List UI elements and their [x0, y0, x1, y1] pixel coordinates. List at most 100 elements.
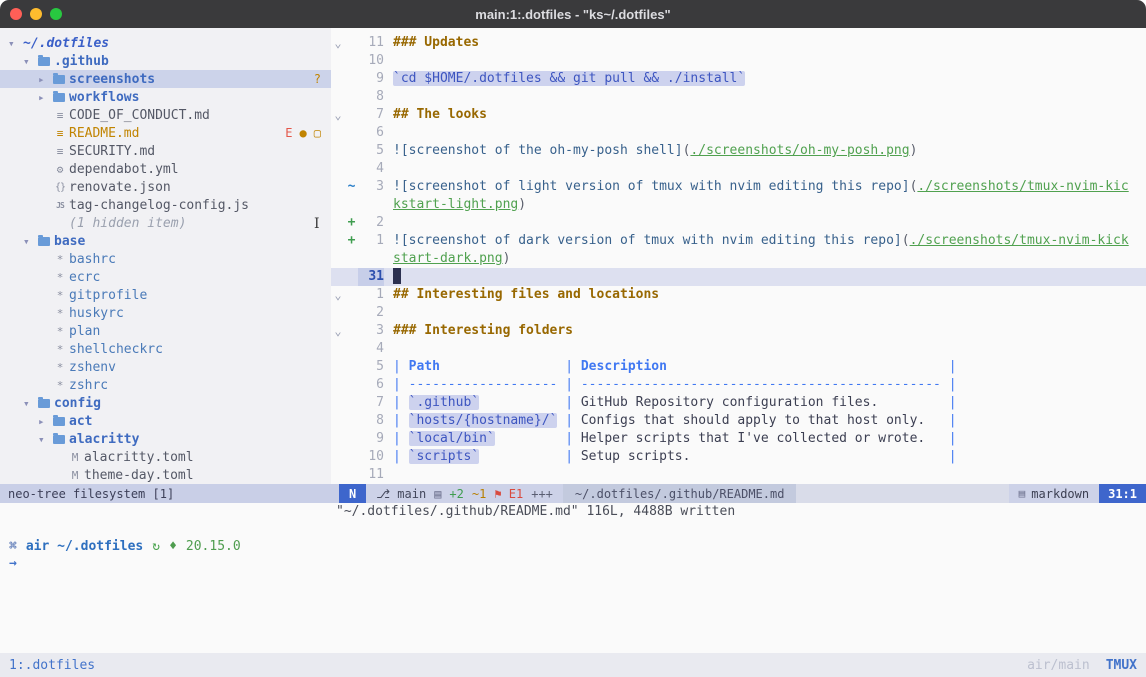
- editor-line[interactable]: ⌄ 7## The looks: [331, 106, 1146, 124]
- tree-item-huskyrc[interactable]: *huskyrc: [0, 304, 331, 322]
- editor-line[interactable]: +2: [331, 214, 1146, 232]
- chevron-right-icon[interactable]: ▸: [38, 91, 53, 104]
- editor-line[interactable]: 4: [331, 160, 1146, 178]
- shell-pane[interactable]: ⌘air ~/.dotfiles↻♦20.15.0 →: [0, 521, 1146, 653]
- editor-text: ### Updates: [393, 34, 479, 52]
- syntax-alt: ![screenshot of light version of tmux wi…: [393, 179, 910, 194]
- doc-file-icon: ≡: [53, 127, 67, 140]
- tree-item-alacritty[interactable]: ▾ alacritty: [0, 430, 331, 448]
- folder-icon: [53, 93, 65, 102]
- editor-line[interactable]: 4: [331, 340, 1146, 358]
- editor-line[interactable]: 9| `local/bin` | Helper scripts that I'v…: [331, 430, 1146, 448]
- editor-line[interactable]: 6| ------------------- | ---------------…: [331, 376, 1146, 394]
- tree-item-label: config: [54, 396, 101, 411]
- tree-item-act[interactable]: ▸act: [0, 412, 331, 430]
- editor-line[interactable]: 5![screenshot of the oh-my-posh shell](.…: [331, 142, 1146, 160]
- syntax-h3: ### Updates: [393, 35, 479, 50]
- window-title: main:1:.dotfiles - "ks~/.dotfiles": [475, 7, 670, 22]
- editor-line[interactable]: 10| `scripts` | Setup scripts. |: [331, 448, 1146, 466]
- tree-item-screenshots[interactable]: ▸screenshots?: [0, 70, 331, 88]
- chevron-down-icon[interactable]: ▾: [23, 55, 38, 68]
- close-button[interactable]: [10, 8, 22, 20]
- folder-icon: [38, 399, 50, 408]
- chevron-down-icon[interactable]: ▾: [23, 397, 38, 410]
- tree-item-ecrc[interactable]: *ecrc: [0, 268, 331, 286]
- minimize-button[interactable]: [30, 8, 42, 20]
- tree-item-config[interactable]: ▾ config: [0, 394, 331, 412]
- tree-item-renovate-json[interactable]: {}renovate.json: [0, 178, 331, 196]
- syntax-link: start-dark.png: [393, 251, 503, 266]
- statusline-item: ~1: [472, 487, 486, 501]
- editor-line[interactable]: 11: [331, 466, 1146, 484]
- fold-chevron-icon[interactable]: ⌄: [331, 106, 345, 124]
- tree-item-alacritty-toml[interactable]: Malacritty.toml: [0, 448, 331, 466]
- tree-item-theme-day-toml[interactable]: Mtheme-day.toml: [0, 466, 331, 484]
- tree-item-shellcheckrc[interactable]: *shellcheckrc: [0, 340, 331, 358]
- fold-chevron-icon[interactable]: ⌄: [331, 322, 345, 340]
- editor-line[interactable]: 6: [331, 124, 1146, 142]
- tree-item-zshenv[interactable]: *zshenv: [0, 358, 331, 376]
- tree-item-bashrc[interactable]: *bashrc: [0, 250, 331, 268]
- editor-line[interactable]: 9`cd $HOME/.dotfiles && git pull && ./in…: [331, 70, 1146, 88]
- tree-item-dependabot-yml[interactable]: ⚙dependabot.yml: [0, 160, 331, 178]
- star-file-icon: *: [53, 343, 67, 356]
- os-icon: ⌘: [9, 539, 17, 554]
- editor-cursor-line[interactable]: 31: [331, 268, 1146, 286]
- editor-line[interactable]: 8: [331, 88, 1146, 106]
- chevron-right-icon[interactable]: ▸: [38, 73, 53, 86]
- line-number: [358, 250, 384, 268]
- folder-icon: [53, 75, 65, 84]
- syntax-pipe: |: [949, 377, 957, 392]
- editor-line[interactable]: ⌄ 3### Interesting folders: [331, 322, 1146, 340]
- editor-line[interactable]: 8| `hosts/{hostname}/` | Configs that sh…: [331, 412, 1146, 430]
- tree-item-zshrc[interactable]: *zshrc: [0, 376, 331, 394]
- editor-wrap-line[interactable]: start-dark.png): [331, 250, 1146, 268]
- chevron-down-icon[interactable]: ▾: [23, 235, 38, 248]
- sign-column: [345, 268, 358, 286]
- editor-line[interactable]: ~3![screenshot of light version of tmux …: [331, 178, 1146, 196]
- tree-item-label: alacritty: [69, 432, 139, 447]
- editor-wrap-line[interactable]: kstart-light.png): [331, 196, 1146, 214]
- syntax-plain: [878, 395, 948, 410]
- syntax-pipe: |: [393, 377, 409, 392]
- fold-chevron-icon[interactable]: ⌄: [331, 286, 345, 304]
- editor-line[interactable]: 2: [331, 304, 1146, 322]
- tree-item-security-md[interactable]: ≡SECURITY.md: [0, 142, 331, 160]
- tree-item-base[interactable]: ▾base: [0, 232, 331, 250]
- editor-line[interactable]: 10: [331, 52, 1146, 70]
- tree-item-code-of-conduct-md[interactable]: ≡CODE_OF_CONDUCT.md: [0, 106, 331, 124]
- tree-item-plan[interactable]: *plan: [0, 322, 331, 340]
- fold-chevron-icon[interactable]: ⌄: [331, 34, 345, 52]
- file-path-segment: ~/.dotfiles/.github/README.md: [563, 484, 797, 503]
- syntax-alt: ![screenshot of the oh-my-posh shell]: [393, 143, 683, 158]
- tree-item-tag-changelog-config-js[interactable]: JStag-changelog-config.js: [0, 196, 331, 214]
- editor-line[interactable]: 5| Path | Description |: [331, 358, 1146, 376]
- syntax-paren: (: [902, 233, 910, 248]
- syntax-code: `hosts/{hostname}/`: [409, 413, 558, 428]
- git-status-segment: ⎇ main▤+2~1⚑ E1+++: [366, 484, 563, 503]
- editor-pane[interactable]: ⌄ 11 ### Updates 10 9`cd $HOME/.dotfiles …: [331, 28, 1146, 484]
- tree-item-gitprofile[interactable]: *gitprofile: [0, 286, 331, 304]
- editor-line[interactable]: +1![screenshot of dark version of tmux w…: [331, 232, 1146, 250]
- tree-item-readme-md[interactable]: ≡README.mdE●▢: [0, 124, 331, 142]
- editor-line[interactable]: ⌄ 1## Interesting files and locations: [331, 286, 1146, 304]
- chevron-down-icon[interactable]: ▾: [8, 37, 23, 50]
- git-status-badge: ▢: [314, 126, 321, 140]
- expander-spacer: [38, 253, 53, 266]
- editor-line[interactable]: 7| `.github` | GitHub Repository configu…: [331, 394, 1146, 412]
- syntax-plain: [479, 449, 565, 464]
- syntax-code: `.github`: [409, 395, 479, 410]
- zoom-button[interactable]: [50, 8, 62, 20]
- tree-item-github[interactable]: ▾.github: [0, 52, 331, 70]
- syntax-code: `local/bin`: [409, 431, 495, 446]
- line-number: 2: [358, 304, 384, 322]
- chevron-down-icon[interactable]: ▾: [38, 433, 53, 446]
- line-number: 11: [358, 34, 384, 52]
- tree-item-label: README.md: [69, 126, 139, 141]
- editor-line[interactable]: ⌄ 11 ### Updates: [331, 34, 1146, 52]
- tree-item-1-hidden-item[interactable]: (1 hidden item): [0, 214, 331, 232]
- tmux-window-tab[interactable]: 1:.dotfiles: [9, 658, 95, 673]
- tree-item-workflows[interactable]: ▸workflows: [0, 88, 331, 106]
- chevron-right-icon[interactable]: ▸: [38, 415, 53, 428]
- tree-item-dotfiles[interactable]: ▾~/.dotfiles: [0, 34, 331, 52]
